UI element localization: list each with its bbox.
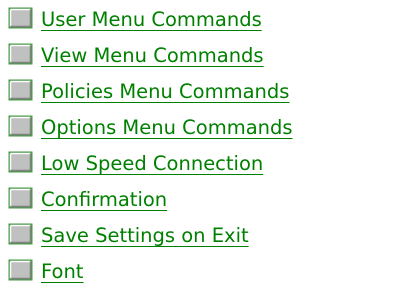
topic-link-user-menu-commands[interactable]: User Menu Commands — [8, 6, 293, 42]
gray-square-button-icon — [8, 7, 33, 29]
gray-square-button-icon — [8, 115, 33, 137]
gray-square-button-icon — [8, 259, 33, 281]
topic-link-options-menu-commands[interactable]: Options Menu Commands — [8, 114, 293, 150]
topic-link-label[interactable]: Options Menu Commands — [41, 114, 293, 142]
topic-link-label[interactable]: Low Speed Connection — [41, 150, 263, 178]
topic-link-confirmation[interactable]: Confirmation — [8, 186, 293, 222]
topic-link-view-menu-commands[interactable]: View Menu Commands — [8, 42, 293, 78]
topic-link-list: User Menu Commands View Menu Commands Po… — [8, 6, 293, 294]
topic-link-label[interactable]: Confirmation — [41, 186, 167, 214]
topic-link-label[interactable]: Font — [41, 258, 83, 286]
topic-link-label[interactable]: Save Settings on Exit — [41, 222, 249, 250]
topic-link-low-speed-connection[interactable]: Low Speed Connection — [8, 150, 293, 186]
gray-square-button-icon — [8, 151, 33, 173]
gray-square-button-icon — [8, 223, 33, 245]
gray-square-button-icon — [8, 187, 33, 209]
gray-square-button-icon — [8, 43, 33, 65]
topic-link-save-settings-on-exit[interactable]: Save Settings on Exit — [8, 222, 293, 258]
topic-link-font[interactable]: Font — [8, 258, 293, 294]
gray-square-button-icon — [8, 79, 33, 101]
topic-link-label[interactable]: User Menu Commands — [41, 6, 262, 34]
topic-link-policies-menu-commands[interactable]: Policies Menu Commands — [8, 78, 293, 114]
topic-link-label[interactable]: Policies Menu Commands — [41, 78, 289, 106]
topic-link-label[interactable]: View Menu Commands — [41, 42, 264, 70]
